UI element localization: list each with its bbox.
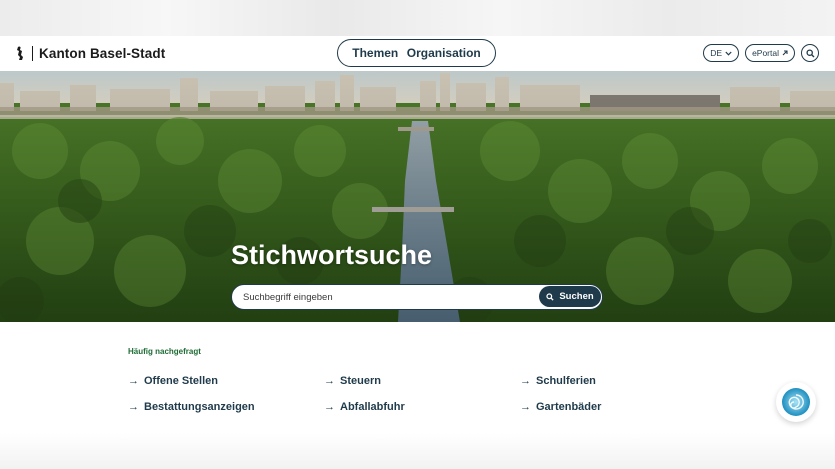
faq-link-label: Offene Stellen bbox=[144, 375, 218, 387]
chatbot-icon bbox=[782, 388, 810, 416]
arrow-right-icon: → bbox=[128, 401, 139, 413]
header-search-button[interactable] bbox=[801, 44, 819, 62]
language-label: DE bbox=[710, 48, 723, 58]
main-navigation: Themen Organisation bbox=[337, 39, 496, 67]
faq-heading: Häufig nachgefragt bbox=[128, 347, 201, 356]
search-submit-button[interactable]: Suchen bbox=[539, 286, 601, 307]
faq-link-label: Bestattungsanzeigen bbox=[144, 401, 255, 413]
faq-link-label: Gartenbäder bbox=[536, 401, 602, 413]
search-icon bbox=[546, 292, 554, 301]
arrow-right-icon: → bbox=[324, 375, 335, 387]
browser-backdrop-bottom bbox=[0, 433, 835, 469]
faq-section: Häufig nachgefragt → Offene Stellen → St… bbox=[0, 322, 835, 433]
faq-link-steuern[interactable]: → Steuern bbox=[324, 375, 381, 387]
faq-link-label: Schulferien bbox=[536, 375, 596, 387]
arrow-right-icon: → bbox=[128, 375, 139, 387]
search-button-label: Suchen bbox=[559, 291, 594, 302]
faq-link-abfallabfuhr[interactable]: → Abfallabfuhr bbox=[324, 401, 405, 413]
faq-link-bestattungsanzeigen[interactable]: → Bestattungsanzeigen bbox=[128, 401, 255, 413]
chevron-down-icon bbox=[725, 51, 732, 56]
external-link-icon bbox=[782, 50, 788, 56]
header-tools: DE ePortal bbox=[703, 43, 819, 63]
logo-text: Kanton Basel-Stadt bbox=[39, 46, 166, 61]
nav-item-organisation[interactable]: Organisation bbox=[407, 46, 481, 60]
nav-item-themen[interactable]: Themen bbox=[352, 46, 398, 60]
browser-backdrop-top bbox=[0, 0, 835, 36]
arrow-right-icon: → bbox=[324, 401, 335, 413]
faq-link-offene-stellen[interactable]: → Offene Stellen bbox=[128, 375, 218, 387]
eportal-link[interactable]: ePortal bbox=[745, 44, 795, 62]
chatbot-button[interactable] bbox=[776, 382, 816, 422]
faq-link-label: Abfallabfuhr bbox=[340, 401, 405, 413]
keyword-search: Suchen bbox=[231, 284, 603, 310]
faq-link-gartenbaeder[interactable]: → Gartenbäder bbox=[520, 401, 601, 413]
arrow-right-icon: → bbox=[520, 401, 531, 413]
hero-title: Stichwortsuche bbox=[231, 240, 433, 270]
eportal-label: ePortal bbox=[752, 48, 779, 58]
faq-link-label: Steuern bbox=[340, 375, 381, 387]
site-logo[interactable]: Kanton Basel-Stadt bbox=[15, 36, 165, 71]
faq-link-schulferien[interactable]: → Schulferien bbox=[520, 375, 596, 387]
site-header: Kanton Basel-Stadt Themen Organisation D… bbox=[0, 36, 835, 71]
arrow-right-icon: → bbox=[520, 375, 531, 387]
search-icon bbox=[805, 48, 814, 57]
logo-divider bbox=[32, 46, 33, 61]
basilisk-staff-icon bbox=[17, 46, 23, 60]
language-selector[interactable]: DE bbox=[703, 44, 740, 62]
